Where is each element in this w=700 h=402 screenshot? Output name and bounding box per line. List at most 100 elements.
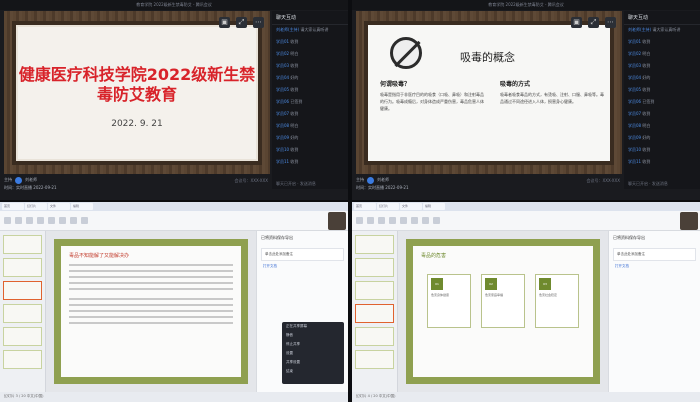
tool-icon[interactable]: [433, 217, 440, 224]
chat-row: 学员03 收到: [628, 63, 651, 68]
tool-icon[interactable]: [356, 217, 363, 224]
chat-row: 刘老师(主持) 请大家认真听讲: [628, 27, 681, 32]
slide-thumbnail[interactable]: [3, 258, 42, 277]
screen-grid: 教育学院 2022级新生禁毒防艾 - 腾讯会议 健康医疗科技学院2022级新生禁…: [0, 0, 700, 402]
screenshot-icon[interactable]: ▣: [571, 17, 582, 28]
tool-icon[interactable]: [15, 217, 22, 224]
slide-thumbnail[interactable]: [3, 235, 42, 254]
menu-item[interactable]: 结束: [282, 367, 344, 376]
slide-thumbnails: [0, 231, 46, 392]
slide-canvas: 毒品不知能解了又能解决办: [46, 231, 256, 392]
screenshot-icon[interactable]: ▣: [219, 17, 230, 28]
fullscreen-icon[interactable]: ⤢: [588, 17, 599, 28]
chat-row: 学员02 明白: [628, 51, 651, 56]
menu-item[interactable]: 停止共享: [282, 340, 344, 349]
open-doc-link[interactable]: 打开文档: [257, 264, 348, 269]
chat-row: 学员06 已签到: [628, 99, 655, 104]
tool-icon[interactable]: [26, 217, 33, 224]
tab[interactable]: 幻灯片: [377, 203, 399, 210]
slide-thumbnail[interactable]: [355, 281, 394, 300]
chat-input[interactable]: 聊天已开启 · 发送消息: [628, 181, 696, 187]
column-title: 何谓吸毒？: [380, 81, 411, 88]
chat-row: 学员04 好的: [628, 75, 651, 80]
chat-row: 学员05 收到: [628, 87, 651, 92]
panel-card[interactable]: 单击此处添加备注: [261, 248, 344, 261]
text-line: [69, 322, 233, 324]
tool-icon[interactable]: [411, 217, 418, 224]
editor-window-2: 首页 幻灯片 文件 编辑 毒品的危害 01 危害身体健康 02 危害家庭幸福 0…: [352, 202, 700, 402]
info-box: 02 危害家庭幸福: [481, 274, 525, 328]
slide-thumbnail[interactable]: [3, 327, 42, 346]
avatar: [367, 176, 374, 184]
slide-thumbnail[interactable]: [355, 327, 394, 346]
tool-icon[interactable]: [59, 217, 66, 224]
tab[interactable]: 幻灯片: [25, 203, 47, 210]
tool-icon[interactable]: [367, 217, 374, 224]
chat-row: 学员01 收到: [628, 39, 651, 44]
meeting-id: 会议号：XXX-XXX: [234, 178, 269, 183]
text-line: [69, 316, 233, 318]
slide-thumbnail[interactable]: [355, 235, 394, 254]
info-boxes: 01 危害身体健康 02 危害家庭幸福 03 危害社会稳定: [427, 274, 579, 328]
text-line: [69, 298, 233, 300]
info-box: 03 危害社会稳定: [535, 274, 579, 328]
concept-column: 何谓吸毒？ 吸毒是指用于非医疗目的的吸食（口吸、鼻吸）和注射毒品的行为。吸毒成瘾…: [380, 81, 484, 112]
tool-icon[interactable]: [48, 217, 55, 224]
tool-icon[interactable]: [4, 217, 11, 224]
share-menu: 正在共享屏幕 静音 停止共享 设置 共享设置 结束: [282, 322, 344, 384]
text-line: [69, 288, 233, 290]
slide-thumbnails: [352, 231, 398, 392]
tab[interactable]: 编辑: [423, 203, 445, 210]
slide-title: 健康医疗科技学院2022级新生禁毒防艾教育: [18, 65, 256, 104]
menu-item[interactable]: 共享设置: [282, 358, 344, 367]
meeting-time: 时间：实时直播 2022-09-21: [4, 185, 57, 190]
tool-icon[interactable]: [400, 217, 407, 224]
tab[interactable]: 编辑: [71, 203, 93, 210]
tool-icon[interactable]: [378, 217, 385, 224]
tool-icon[interactable]: [389, 217, 396, 224]
more-icon[interactable]: ⋯: [605, 17, 616, 28]
ribbon-toolbar: [0, 211, 348, 231]
slide-title: 毒品不知能解了又能解决办: [69, 253, 130, 259]
tool-icon[interactable]: [37, 217, 44, 224]
column-text: 吸毒者吸食毒品的方式，有烫吸、注射、口服、鼻吸等。毒品通过不同途径进入人体，损害…: [500, 92, 604, 104]
slide-thumbnail[interactable]: [3, 281, 42, 300]
meeting-window-2: 教育学院 2022级新生禁毒防艾 - 腾讯会议 吸毒的概念 何谓吸毒？ 吸毒是指…: [352, 0, 700, 200]
status-bar: 幻灯片 4 / 20 中文(中国): [352, 392, 700, 402]
meeting-window-1: 教育学院 2022级新生禁毒防艾 - 腾讯会议 健康医疗科技学院2022级新生禁…: [0, 0, 348, 200]
slide-thumbnail[interactable]: [355, 258, 394, 277]
fullscreen-icon[interactable]: ⤢: [236, 17, 247, 28]
box-number: 02: [485, 278, 497, 290]
tool-icon[interactable]: [81, 217, 88, 224]
slide: 毒品的危害 01 危害身体健康 02 危害家庭幸福 03 危害社会稳定: [406, 239, 600, 384]
tab[interactable]: 首页: [2, 203, 24, 210]
tool-icon[interactable]: [422, 217, 429, 224]
slide-thumbnail[interactable]: [3, 304, 42, 323]
slide-thumbnail[interactable]: [355, 304, 394, 323]
tab[interactable]: 文件: [400, 203, 422, 210]
slide-thumbnail[interactable]: [355, 350, 394, 369]
tab[interactable]: 文件: [48, 203, 70, 210]
slide-title: 毒品的危害: [421, 253, 447, 259]
menu-item[interactable]: 设置: [282, 349, 344, 358]
more-icon[interactable]: ⋯: [253, 17, 264, 28]
text-line: [69, 270, 233, 272]
slide-content: 毒品不知能解了又能解决办: [61, 246, 241, 377]
avatar: [15, 176, 22, 184]
window-title: 教育学院 2022级新生禁毒防艾 - 腾讯会议: [352, 0, 700, 10]
chat-input[interactable]: 聊天已开启 · 发送消息: [276, 181, 344, 187]
box-text: 危害身体健康: [431, 293, 450, 297]
chat-row: 学员03 收到: [276, 63, 299, 68]
tool-icon[interactable]: [70, 217, 77, 224]
tab[interactable]: 首页: [354, 203, 376, 210]
chat-header: 聊天互动: [624, 11, 700, 25]
chat-row: 学员06 已签到: [276, 99, 303, 104]
tab-bar: 首页 幻灯片 文件 编辑: [0, 202, 348, 211]
slide-thumbnail[interactable]: [3, 350, 42, 369]
menu-item[interactable]: 静音: [282, 331, 344, 340]
panel-card[interactable]: 单击此处添加备注: [613, 248, 696, 261]
menu-item[interactable]: 正在共享屏幕: [282, 322, 344, 331]
column-title: 吸毒的方式: [500, 81, 531, 88]
open-doc-link[interactable]: 打开文档: [609, 264, 700, 269]
chat-row: 学员11 收到: [628, 159, 651, 164]
